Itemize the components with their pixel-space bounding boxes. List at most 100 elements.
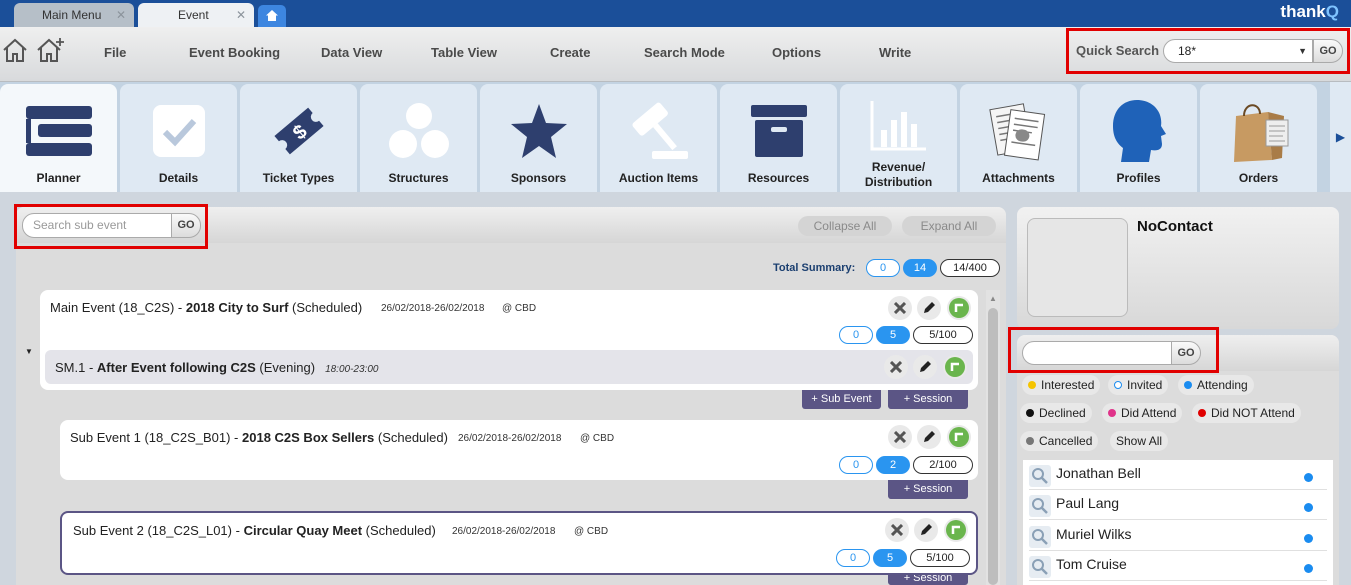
close-icon xyxy=(891,524,903,536)
module-details[interactable]: Details xyxy=(120,84,237,192)
edit-button[interactable] xyxy=(917,296,941,320)
structures-icon xyxy=(388,103,449,158)
pencil-icon xyxy=(924,302,935,313)
edit-button[interactable] xyxy=(914,518,938,542)
documents-icon xyxy=(988,103,1045,161)
quick-search-go-button[interactable]: GO xyxy=(1313,39,1343,63)
module-revenue-distribution[interactable]: Revenue/ Distribution xyxy=(840,84,957,192)
sub-event-count-b: 2 xyxy=(876,456,910,474)
magnifier-icon[interactable] xyxy=(1029,526,1051,548)
list-item[interactable]: Tom Cruise xyxy=(1029,551,1327,581)
pencil-icon xyxy=(924,431,935,442)
module-orders[interactable]: Orders xyxy=(1200,84,1317,192)
edit-button[interactable] xyxy=(913,355,937,379)
filter-declined[interactable]: Declined xyxy=(1020,403,1092,423)
quick-search-label: Quick Search xyxy=(1076,43,1160,58)
sub-event-title: Sub Event 1 (18_C2S_B01) - 2018 C2S Box … xyxy=(70,430,448,445)
filter-interested[interactable]: Interested xyxy=(1022,375,1101,395)
tab-main-menu[interactable]: Main Menu ✕ xyxy=(14,3,134,27)
sub-event-location: @ CBD xyxy=(574,526,609,537)
module-auction-items[interactable]: Auction Items xyxy=(600,84,717,192)
delete-button[interactable] xyxy=(885,518,909,542)
collapse-caret-icon[interactable]: ▼ xyxy=(25,347,33,356)
sub-event-dates: 26/02/2018-26/02/2018 xyxy=(452,526,556,537)
ribbon-next-arrow[interactable]: ▶ xyxy=(1330,82,1351,192)
add-home-icon[interactable] xyxy=(35,37,65,63)
add-session-button[interactable]: + Session xyxy=(888,575,968,585)
status-dot-icon xyxy=(1114,381,1122,389)
magnifier-icon[interactable] xyxy=(1029,556,1051,578)
menu-options[interactable]: Options xyxy=(772,27,821,82)
delete-button[interactable] xyxy=(888,296,912,320)
scroll-up-icon[interactable]: ▲ xyxy=(989,294,997,303)
attendee-search-go-button[interactable]: GO xyxy=(1171,341,1201,365)
subevent-search-go-button[interactable]: GO xyxy=(171,213,201,238)
module-planner[interactable]: Planner xyxy=(0,84,117,192)
list-item[interactable]: Paul Lang xyxy=(1029,490,1327,520)
checkmark-icon xyxy=(152,105,205,157)
attendee-name: Jonathan Bell xyxy=(1056,465,1141,481)
add-sub-event-button[interactable]: + Sub Event xyxy=(802,390,881,409)
edit-button[interactable] xyxy=(917,425,941,449)
status-dot-icon xyxy=(1304,473,1313,482)
filter-did-attend[interactable]: Did Attend xyxy=(1102,403,1183,423)
open-arrow-icon xyxy=(946,520,966,540)
chevron-down-icon[interactable]: ▼ xyxy=(1298,40,1307,62)
open-button[interactable] xyxy=(947,425,971,449)
close-icon xyxy=(894,431,906,443)
quick-search-input[interactable]: 18* ▼ xyxy=(1163,39,1313,63)
list-item[interactable]: Jonathan Bell xyxy=(1029,460,1327,490)
menu-write[interactable]: Write xyxy=(879,27,911,82)
filter-cancelled[interactable]: Cancelled xyxy=(1020,431,1099,451)
filter-attending[interactable]: Attending xyxy=(1178,375,1254,395)
main-event-count-b: 5 xyxy=(876,326,910,344)
module-profiles[interactable]: Profiles xyxy=(1080,84,1197,192)
subevent-search-input[interactable]: Search sub event xyxy=(22,213,172,238)
filter-did-not-attend[interactable]: Did NOT Attend xyxy=(1192,403,1301,423)
module-resources-label: Resources xyxy=(747,171,810,185)
close-icon[interactable]: ✕ xyxy=(236,3,246,27)
planner-icon xyxy=(25,106,92,156)
open-button[interactable] xyxy=(947,296,971,320)
home-icon[interactable] xyxy=(1,37,29,63)
planner-scrollbar[interactable]: ▲ xyxy=(986,290,1000,585)
expand-all-button[interactable]: Expand All xyxy=(902,216,996,236)
filter-show-all[interactable]: Show All xyxy=(1110,431,1169,451)
main-event-location: @ CBD xyxy=(502,303,537,314)
home-tab-button[interactable] xyxy=(258,5,286,27)
menu-search-mode[interactable]: Search Mode xyxy=(644,27,725,82)
module-attachments[interactable]: Attachments xyxy=(960,84,1077,192)
collapse-all-button[interactable]: Collapse All xyxy=(798,216,892,236)
sub-event-count-c: 2/100 xyxy=(913,456,973,474)
status-dot-icon xyxy=(1108,409,1116,417)
tab-event[interactable]: Event ✕ xyxy=(138,3,254,27)
module-ticket-types[interactable]: $ Ticket Types xyxy=(240,84,357,192)
open-arrow-icon xyxy=(945,357,965,377)
filter-invited[interactable]: Invited xyxy=(1108,375,1169,395)
add-session-button[interactable]: + Session xyxy=(888,390,968,409)
total-summary-count-c: 14/400 xyxy=(940,259,1000,277)
attendee-search-input[interactable] xyxy=(1022,341,1172,365)
menu-data-view[interactable]: Data View xyxy=(321,27,382,82)
total-summary-count-a: 0 xyxy=(866,259,900,277)
open-button[interactable] xyxy=(944,518,968,542)
main-event-dates: 26/02/2018-26/02/2018 xyxy=(381,303,485,314)
menu-table-view[interactable]: Table View xyxy=(431,27,497,82)
status-dot-icon xyxy=(1028,381,1036,389)
open-button[interactable] xyxy=(943,355,967,379)
module-resources[interactable]: Resources xyxy=(720,84,837,192)
magnifier-icon[interactable] xyxy=(1029,495,1051,517)
delete-button[interactable] xyxy=(884,355,908,379)
module-sponsors[interactable]: Sponsors xyxy=(480,84,597,192)
module-structures[interactable]: Structures xyxy=(360,84,477,192)
magnifier-icon[interactable] xyxy=(1029,465,1051,487)
add-session-button[interactable]: + Session xyxy=(888,480,968,499)
menu-file[interactable]: File xyxy=(104,27,126,82)
menu-event-booking[interactable]: Event Booking xyxy=(189,27,280,82)
list-item[interactable]: Muriel Wilks xyxy=(1029,521,1327,551)
module-planner-label: Planner xyxy=(36,171,81,185)
delete-button[interactable] xyxy=(888,425,912,449)
scrollbar-thumb[interactable] xyxy=(988,308,998,585)
close-icon[interactable]: ✕ xyxy=(116,3,126,27)
menu-create[interactable]: Create xyxy=(550,27,590,82)
